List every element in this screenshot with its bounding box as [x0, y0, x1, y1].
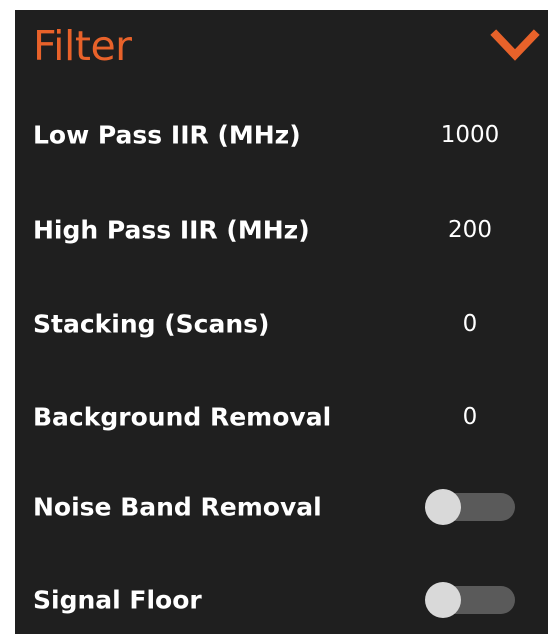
filter-panel-header: Filter: [15, 10, 548, 90]
chevron-down-icon: [490, 29, 540, 61]
toggle-thumb: [425, 489, 461, 525]
signal-floor-toggle[interactable]: [425, 582, 515, 618]
setting-row-noise-band-removal: Noise Band Removal: [15, 467, 548, 547]
low-pass-iir-input[interactable]: 1000: [420, 122, 520, 148]
setting-row-high-pass-iir: High Pass IIR (MHz) 200: [15, 190, 548, 270]
setting-row-signal-floor: Signal Floor: [15, 560, 548, 640]
setting-label: Signal Floor: [33, 585, 202, 615]
toggle-thumb: [425, 582, 461, 618]
setting-label: Stacking (Scans): [33, 309, 270, 339]
setting-label: High Pass IIR (MHz): [33, 215, 310, 245]
panel-title: Filter: [33, 22, 132, 70]
setting-label: Low Pass IIR (MHz): [33, 120, 301, 150]
setting-row-stacking: Stacking (Scans) 0: [15, 284, 548, 364]
setting-row-background-removal: Background Removal 0: [15, 377, 548, 457]
noise-band-removal-toggle[interactable]: [425, 489, 515, 525]
filter-panel: Filter Low Pass IIR (MHz) 1000 High Pass…: [15, 10, 548, 634]
high-pass-iir-input[interactable]: 200: [420, 217, 520, 243]
collapse-button[interactable]: [490, 25, 540, 65]
setting-row-low-pass-iir: Low Pass IIR (MHz) 1000: [15, 95, 548, 175]
background-removal-input[interactable]: 0: [420, 404, 520, 430]
setting-label: Background Removal: [33, 402, 332, 432]
setting-label: Noise Band Removal: [33, 492, 322, 522]
stacking-input[interactable]: 0: [420, 311, 520, 337]
